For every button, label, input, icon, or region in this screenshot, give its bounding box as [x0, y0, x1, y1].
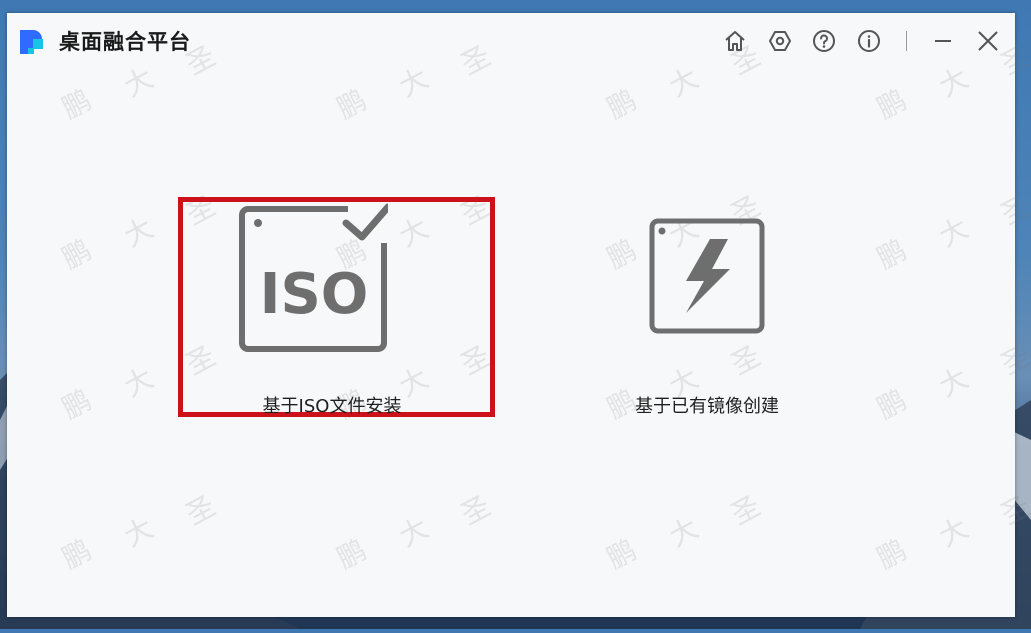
iso-install-option[interactable]: ISO 基于ISO文件安装 — [207, 199, 457, 417]
watermark-char: 鹏 — [871, 233, 912, 276]
watermark-char: 鹏 — [871, 533, 912, 576]
watermark-char: 大 — [933, 511, 974, 554]
watermark-char: 大 — [118, 361, 159, 404]
watermark-char: 鹏 — [601, 533, 642, 576]
titlebar: 桌面融合平台 — [7, 13, 1015, 71]
watermark-char: 鹏 — [56, 533, 97, 576]
watermark-char: 鹏 — [601, 83, 642, 126]
watermark-char: 鹏 — [871, 383, 912, 426]
home-button[interactable] — [721, 27, 749, 55]
settings-icon — [769, 31, 791, 51]
watermark-char: 鹏 — [56, 233, 97, 276]
watermark-char: 鹏 — [331, 533, 372, 576]
close-button[interactable] — [974, 27, 1002, 55]
watermark-char: 鹏 — [331, 83, 372, 126]
app-title: 桌面融合平台 — [59, 30, 191, 54]
iso-file-icon: ISO — [239, 203, 388, 352]
watermark-char: 圣 — [180, 489, 221, 532]
watermark-char: 大 — [393, 511, 434, 554]
titlebar-separator — [906, 31, 907, 51]
minimize-icon — [935, 40, 951, 42]
info-icon — [858, 30, 880, 52]
close-icon — [978, 31, 998, 51]
app-window: 鹏大圣鹏大圣鹏大圣鹏大圣鹏大圣鹏大圣鹏大圣鹏大圣鹏大圣鹏大圣鹏大圣鹏大圣鹏大圣鹏… — [7, 13, 1031, 617]
watermark-char: 圣 — [455, 489, 496, 532]
home-icon — [725, 31, 745, 51]
help-button[interactable] — [810, 27, 838, 55]
watermark-char: 鹏 — [56, 83, 97, 126]
watermark-char: 圣 — [725, 489, 766, 532]
watermark-char: 大 — [663, 511, 704, 554]
app-logo-icon — [20, 30, 43, 54]
watermark-char: 鹏 — [56, 383, 97, 426]
settings-button[interactable] — [766, 27, 794, 55]
image-create-option[interactable]: 基于已有镜像创建 — [582, 199, 832, 417]
watermark-char: 大 — [933, 361, 974, 404]
help-icon — [813, 30, 835, 52]
info-button[interactable] — [855, 27, 883, 55]
iso-icon-text: ISO — [260, 262, 369, 327]
iso-install-label: 基于ISO文件安装 — [262, 396, 402, 417]
watermark-char: 大 — [933, 211, 974, 254]
image-create-label: 基于已有镜像创建 — [635, 396, 779, 417]
watermark-char: 鹏 — [871, 83, 912, 126]
minimize-button[interactable] — [929, 27, 957, 55]
lightning-icon — [649, 218, 765, 334]
watermark-char: 大 — [118, 211, 159, 254]
watermark-char: 大 — [118, 511, 159, 554]
